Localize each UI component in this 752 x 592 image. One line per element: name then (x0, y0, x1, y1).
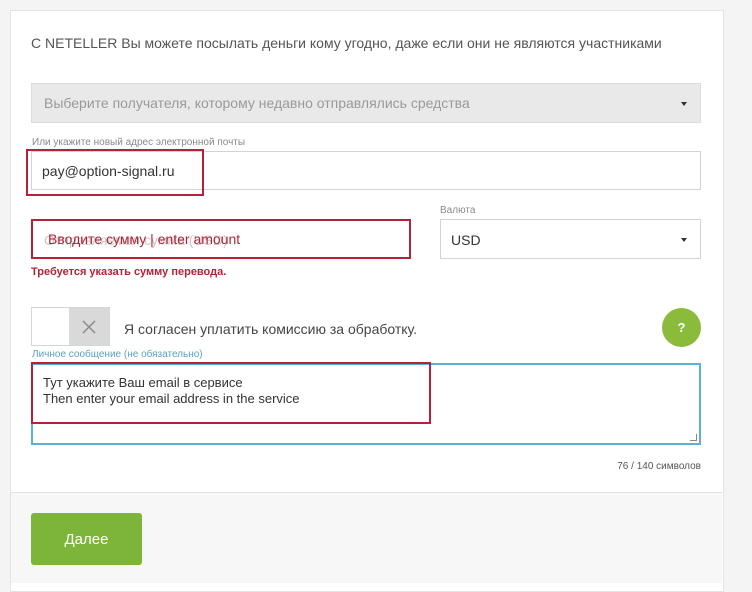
currency-label: Валюта (440, 205, 476, 216)
amount-error-message: Требуется указать сумму перевода. (31, 266, 227, 278)
resize-handle-icon[interactable] (690, 434, 697, 441)
help-button[interactable]: ? (662, 308, 701, 347)
chevron-down-icon (681, 102, 687, 106)
fee-agreement-toggle[interactable] (31, 307, 110, 346)
close-icon (82, 319, 96, 334)
character-counter: 76 / 140 символов (617, 461, 701, 472)
email-field[interactable]: pay@option-signal.ru (31, 151, 701, 190)
personal-message-textarea[interactable]: Тут укажите Ваш email в сервисе Then ent… (31, 363, 701, 445)
amount-annotation: Вводите сумму | enter amount (48, 231, 241, 247)
message-line-2: Then enter your email address in the ser… (43, 391, 300, 406)
currency-value: USD (451, 232, 481, 248)
recent-recipient-select[interactable]: Выберите получателя, которому недавно от… (31, 83, 701, 123)
next-button[interactable]: Далее (31, 513, 142, 565)
personal-message-label: Личное сообщение (не обязательно) (32, 349, 203, 360)
currency-select[interactable]: USD (440, 219, 701, 259)
toggle-knob (69, 308, 109, 345)
email-field-label: Или укажите новый адрес электронной почт… (32, 137, 246, 148)
fee-agreement-label: Я согласен уплатить комиссию за обработк… (124, 321, 418, 337)
recent-recipient-placeholder: Выберите получателя, которому недавно от… (44, 95, 470, 111)
chevron-down-icon (681, 238, 687, 242)
intro-text: С NETELLER Вы можете посылать деньги ком… (31, 35, 662, 51)
message-line-1: Тут укажите Ваш email в сервисе (43, 375, 243, 390)
